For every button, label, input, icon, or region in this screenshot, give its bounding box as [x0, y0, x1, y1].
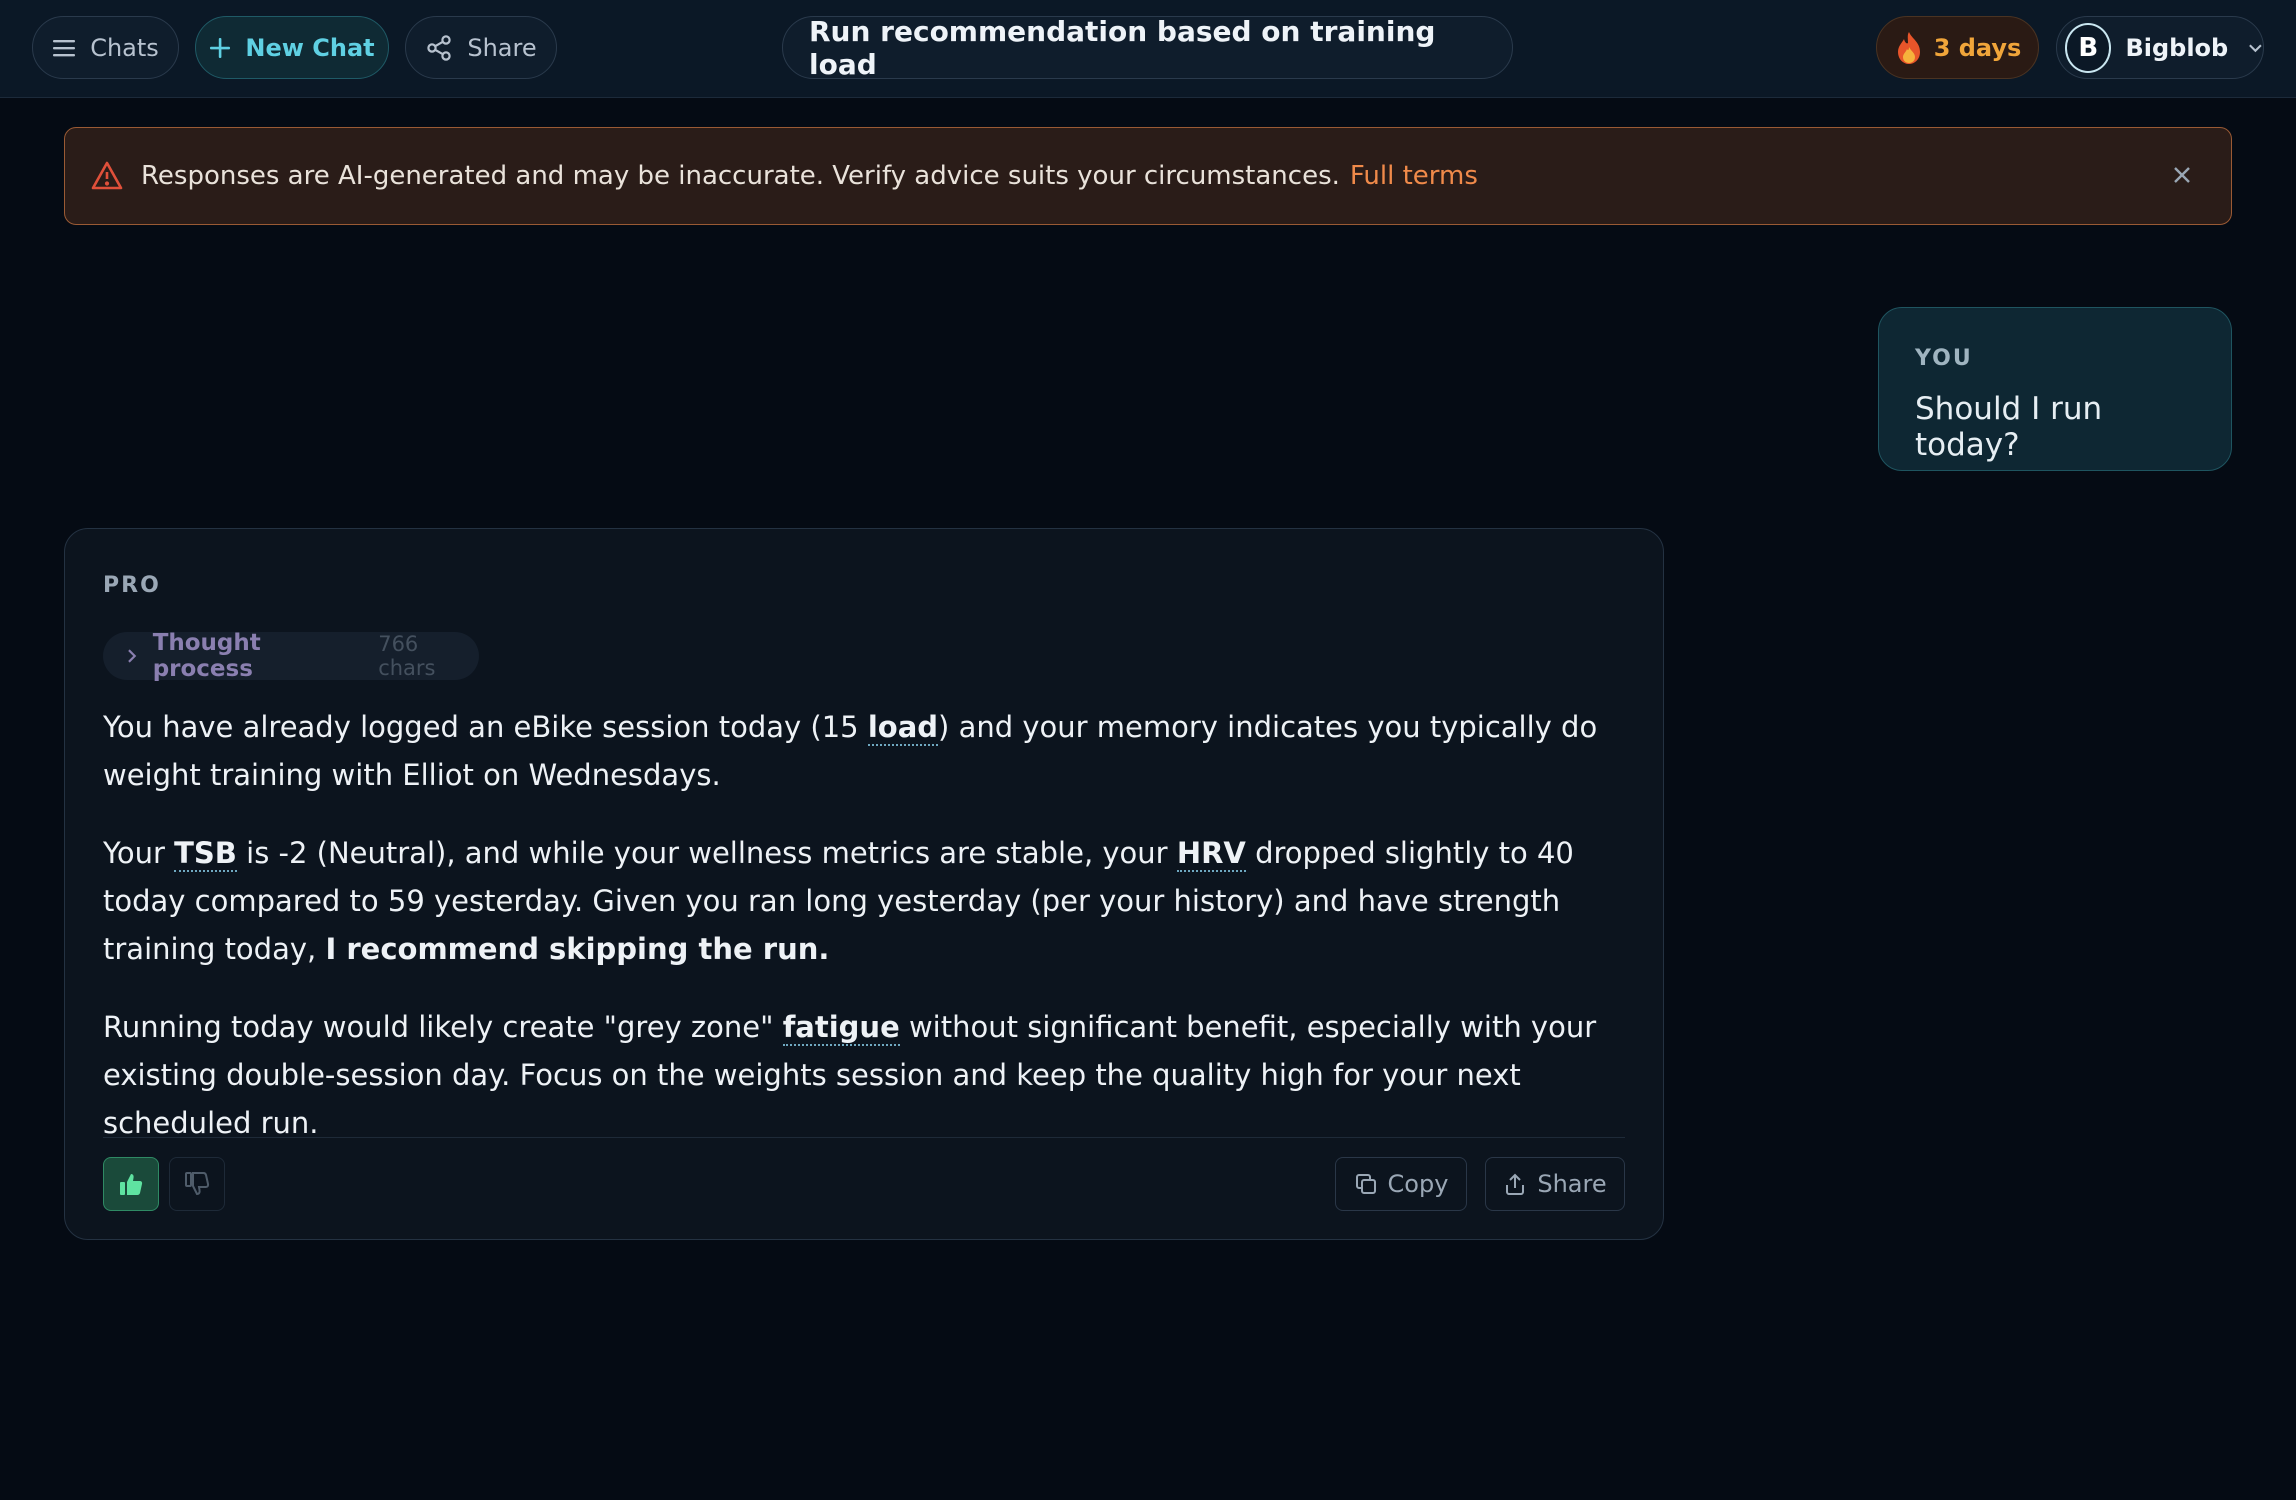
response-paragraph-3: Running today would likely create "grey …	[103, 1003, 1633, 1147]
response-paragraph-2: Your TSB is -2 (Neutral), and while your…	[103, 829, 1633, 973]
response-paragraph-1: You have already logged an eBike session…	[103, 703, 1633, 799]
new-chat-button[interactable]: New Chat	[195, 16, 389, 79]
assistant-message-card: PRO Thought process 766 chars You have a…	[64, 528, 1664, 1240]
share-nodes-icon	[427, 34, 452, 61]
plus-icon	[210, 37, 231, 58]
glossary-term-tsb[interactable]: TSB	[174, 836, 237, 872]
upload-share-icon	[1506, 1173, 1525, 1195]
share-conversation-button[interactable]: Share	[405, 16, 557, 79]
glossary-term-load[interactable]: load	[867, 710, 939, 746]
share-response-label: Share	[1537, 1170, 1607, 1198]
user-message-text: Should I run today?	[1915, 391, 2103, 463]
user-name: Bigblob	[2125, 33, 2229, 62]
chats-label: Chats	[90, 33, 159, 62]
streak-badge[interactable]: 3 days	[1876, 16, 2039, 79]
response-text: is -2 (Neutral), and while your wellness…	[236, 836, 1177, 870]
disclaimer-text: Responses are AI-generated and may be in…	[141, 161, 1340, 191]
glossary-term-hrv[interactable]: HRV	[1176, 836, 1246, 872]
thumbs-up-button[interactable]	[103, 1157, 159, 1211]
conversation-title-text: Run recommendation based on training loa…	[809, 14, 1436, 81]
top-bar: Chats New Chat Share Run recommendation …	[0, 0, 2296, 98]
streak-label: 3 days	[1933, 33, 2022, 62]
new-chat-label: New Chat	[245, 33, 375, 62]
assistant-role-label: PRO	[103, 573, 161, 598]
user-role-label: YOU	[1915, 346, 1973, 371]
thought-process-count: 766 chars	[378, 632, 436, 680]
glossary-term-fatigue[interactable]: fatigue	[782, 1010, 900, 1046]
thumbs-up-icon	[120, 1174, 143, 1195]
disclaimer-banner: Responses are AI-generated and may be in…	[64, 127, 2232, 225]
conversation-title[interactable]: Run recommendation based on training loa…	[782, 14, 1513, 81]
share-label: Share	[467, 33, 537, 62]
close-icon[interactable]	[2171, 164, 2193, 186]
menu-icon	[53, 39, 76, 56]
chevron-down-icon	[2249, 44, 2262, 52]
user-message-bubble: YOU Should I run today?	[1878, 307, 2232, 471]
user-menu[interactable]: B Bigblob	[2056, 16, 2264, 79]
thought-process-label: Thought process	[152, 630, 261, 682]
recommendation-text: I recommend skipping the run.	[325, 932, 830, 966]
copy-button[interactable]: Copy	[1335, 1157, 1467, 1211]
response-text: Running today would likely create "grey …	[103, 1010, 783, 1044]
fire-icon	[1897, 31, 1920, 64]
card-divider	[103, 1137, 1625, 1138]
chats-button[interactable]: Chats	[32, 16, 179, 79]
thought-process-toggle[interactable]: Thought process 766 chars	[103, 630, 479, 682]
thumbs-down-button[interactable]	[169, 1157, 225, 1211]
assistant-response-text: You have already logged an eBike session…	[103, 703, 1633, 1177]
response-text: You have already logged an eBike session…	[103, 710, 868, 744]
thumbs-down-icon	[185, 1172, 210, 1196]
response-text: Your	[103, 836, 175, 870]
copy-icon	[1355, 1174, 1376, 1194]
copy-label: Copy	[1387, 1170, 1449, 1198]
share-response-button[interactable]: Share	[1485, 1157, 1625, 1211]
avatar-initial: B	[2078, 32, 2099, 63]
warning-icon	[91, 161, 123, 190]
avatar: B	[2065, 22, 2112, 73]
chevron-right-icon	[128, 649, 137, 663]
full-terms-link[interactable]: Full terms	[1350, 161, 1478, 191]
